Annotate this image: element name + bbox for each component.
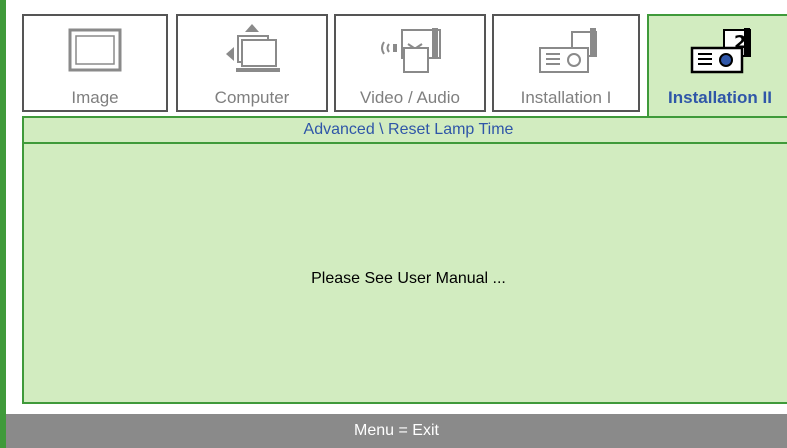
tab-image[interactable]: Image — [22, 14, 168, 112]
image-icon — [24, 22, 166, 80]
projector-installation-1-icon — [494, 22, 638, 80]
video-audio-icon — [336, 22, 484, 80]
tab-installation-2[interactable]: 2 Installation II — [647, 14, 787, 118]
tab-installation-1[interactable]: Installation I — [492, 14, 640, 112]
tab-video-audio[interactable]: Video / Audio — [334, 14, 486, 112]
tab-installation-1-label: Installation I — [520, 88, 612, 107]
computer-icon — [178, 22, 326, 80]
tab-video-audio-label: Video / Audio — [360, 88, 460, 107]
projector-installation-2-icon: 2 — [649, 22, 787, 80]
content-panel: Please See User Manual ... — [22, 144, 787, 404]
tab-image-label: Image — [71, 88, 119, 107]
tab-computer[interactable]: Computer — [176, 14, 328, 112]
breadcrumb: Advanced \ Reset Lamp Time — [22, 116, 787, 144]
info-message: Please See User Manual ... — [311, 270, 506, 287]
tab-installation-2-label: Installation II — [668, 88, 772, 107]
osd-menu-frame: Image Computer Video / Audio Installatio… — [0, 0, 787, 448]
footer-hint: Menu = Exit — [6, 414, 787, 448]
tab-computer-label: Computer — [214, 88, 290, 107]
